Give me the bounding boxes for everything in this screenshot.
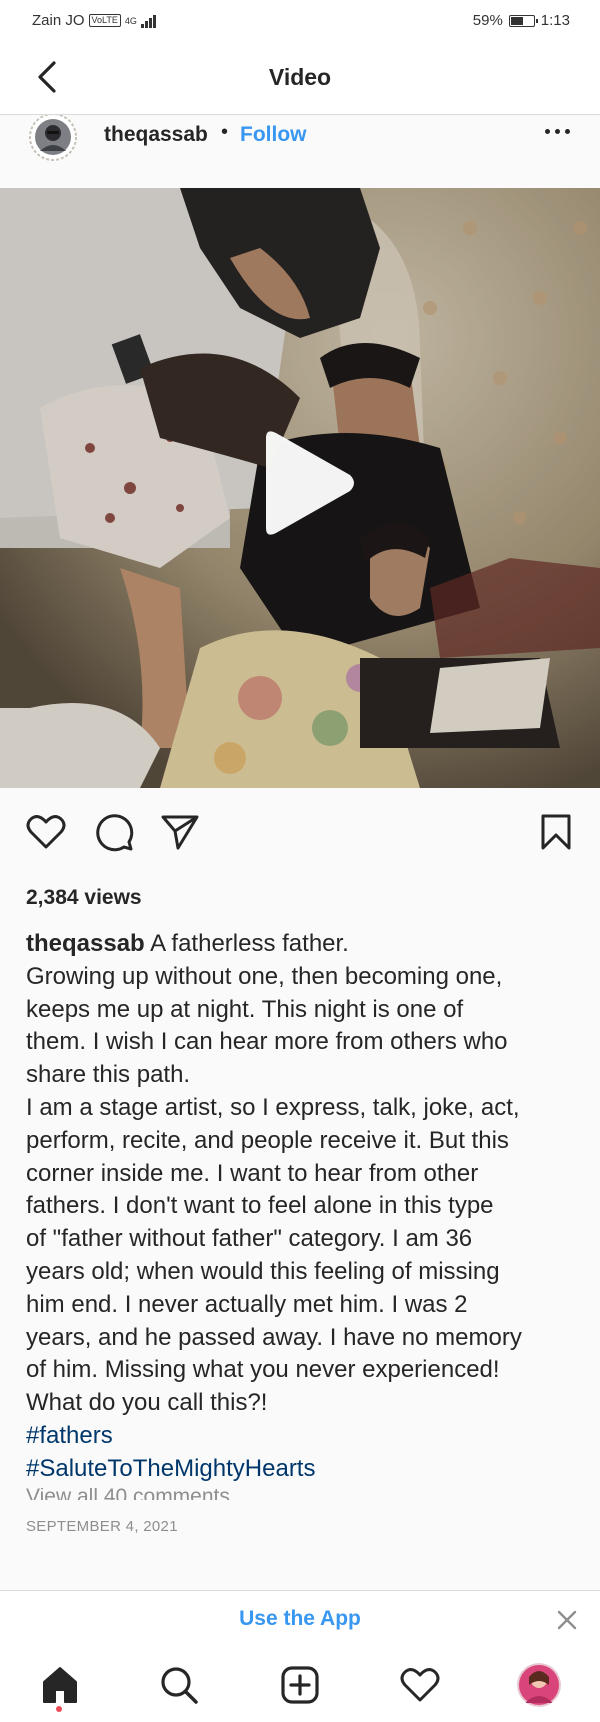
post-date: SEPTEMBER 4, 2021	[26, 1518, 178, 1535]
caption-text-line: I am a stage artist, so I express, talk,…	[26, 1093, 520, 1121]
view-comments-link[interactable]: View all 40 comments	[26, 1488, 230, 1500]
caption-text-line: keeps me up at night. This night is one …	[26, 995, 464, 1023]
status-left: Zain JO VoLTE 4G	[32, 12, 156, 29]
comment-button[interactable]	[92, 810, 136, 854]
bookmark-icon	[541, 814, 571, 850]
caption-text-line: years old; when would this feeling of mi…	[26, 1257, 500, 1285]
notification-dot	[56, 1706, 62, 1712]
home-icon	[43, 1667, 77, 1703]
tab-home[interactable]	[38, 1663, 82, 1707]
caption-text-line: corner inside me. I want to hear from ot…	[26, 1159, 479, 1187]
status-bar: Zain JO VoLTE 4G 59% 1:13	[0, 0, 600, 40]
caption-text-line: them. I wish I can hear more from others…	[26, 1028, 508, 1056]
video-player[interactable]	[0, 188, 600, 788]
carrier-name: Zain JO	[32, 12, 85, 29]
clock: 1:13	[540, 12, 570, 29]
network-type: 4G	[124, 15, 137, 26]
save-button[interactable]	[534, 810, 578, 854]
signal-icon	[140, 14, 156, 28]
view-count[interactable]: 2,384 views	[26, 886, 142, 910]
follow-button[interactable]: Follow	[240, 123, 307, 147]
caption-username[interactable]: theqassab	[26, 930, 145, 957]
comment-bubble-icon	[96, 814, 134, 852]
caption-text-line: him end. I never actually met him. I was…	[26, 1290, 468, 1318]
tab-search[interactable]	[157, 1663, 201, 1707]
more-options-button[interactable]	[545, 129, 570, 134]
paper-plane-icon	[161, 815, 199, 850]
nav-header: Video	[0, 40, 600, 115]
caption-text-line: years, and he passed away. I have no mem…	[26, 1323, 522, 1351]
caption-text-line: perform, recite, and people receive it. …	[26, 1126, 509, 1154]
caption-text-line: fathers. I don't want to feel alone in t…	[26, 1192, 494, 1220]
play-icon[interactable]	[250, 428, 360, 538]
battery-percent: 59%	[472, 12, 503, 29]
plus-square-icon	[281, 1666, 319, 1704]
avatar[interactable]	[517, 1663, 561, 1707]
bottom-nav	[0, 1649, 600, 1722]
tab-activity[interactable]	[398, 1663, 442, 1707]
like-button[interactable]	[24, 810, 68, 854]
caption-text: A fatherless father.	[150, 930, 349, 957]
post-caption: theqassab A fatherless father. Growing u…	[26, 928, 582, 1486]
caption-text-line: Growing up without one, then becoming on…	[26, 962, 503, 990]
use-app-button[interactable]: Use the App	[0, 1607, 600, 1631]
caption-first-line: theqassab A fatherless father.	[26, 928, 582, 961]
search-icon	[161, 1667, 198, 1704]
use-app-banner: Use the App	[0, 1590, 600, 1650]
heart-icon	[400, 1668, 440, 1702]
share-button[interactable]	[158, 810, 202, 854]
status-right: 59% 1:13	[473, 12, 570, 29]
battery-icon	[508, 14, 538, 27]
separator-dot: •	[221, 121, 229, 143]
volte-badge: VoLTE	[88, 14, 121, 27]
tab-new-post[interactable]	[278, 1663, 322, 1707]
close-icon[interactable]	[554, 1607, 580, 1633]
caption-text-line: share this path.	[26, 1061, 191, 1089]
caption-text-line: of him. Missing what you never experienc…	[26, 1356, 500, 1384]
heart-icon	[26, 815, 66, 849]
caption-text-line: of "father without father" category. I a…	[26, 1225, 473, 1253]
more-horizontal-icon	[545, 129, 550, 134]
caption-lines: theqassab A fatherless father. Growing u…	[26, 928, 582, 1420]
post-actions	[0, 810, 600, 870]
post-header: theqassab • Follow	[0, 113, 600, 185]
caption-text-line: What do you call this?!	[26, 1389, 268, 1417]
hashtag-link[interactable]: #SaluteToTheMightyHearts	[26, 1453, 582, 1486]
page-title: Video	[268, 64, 332, 90]
author-avatar[interactable]	[26, 113, 80, 165]
hashtag-link[interactable]: #fathers	[26, 1420, 582, 1453]
author-username[interactable]: theqassab	[104, 123, 208, 147]
